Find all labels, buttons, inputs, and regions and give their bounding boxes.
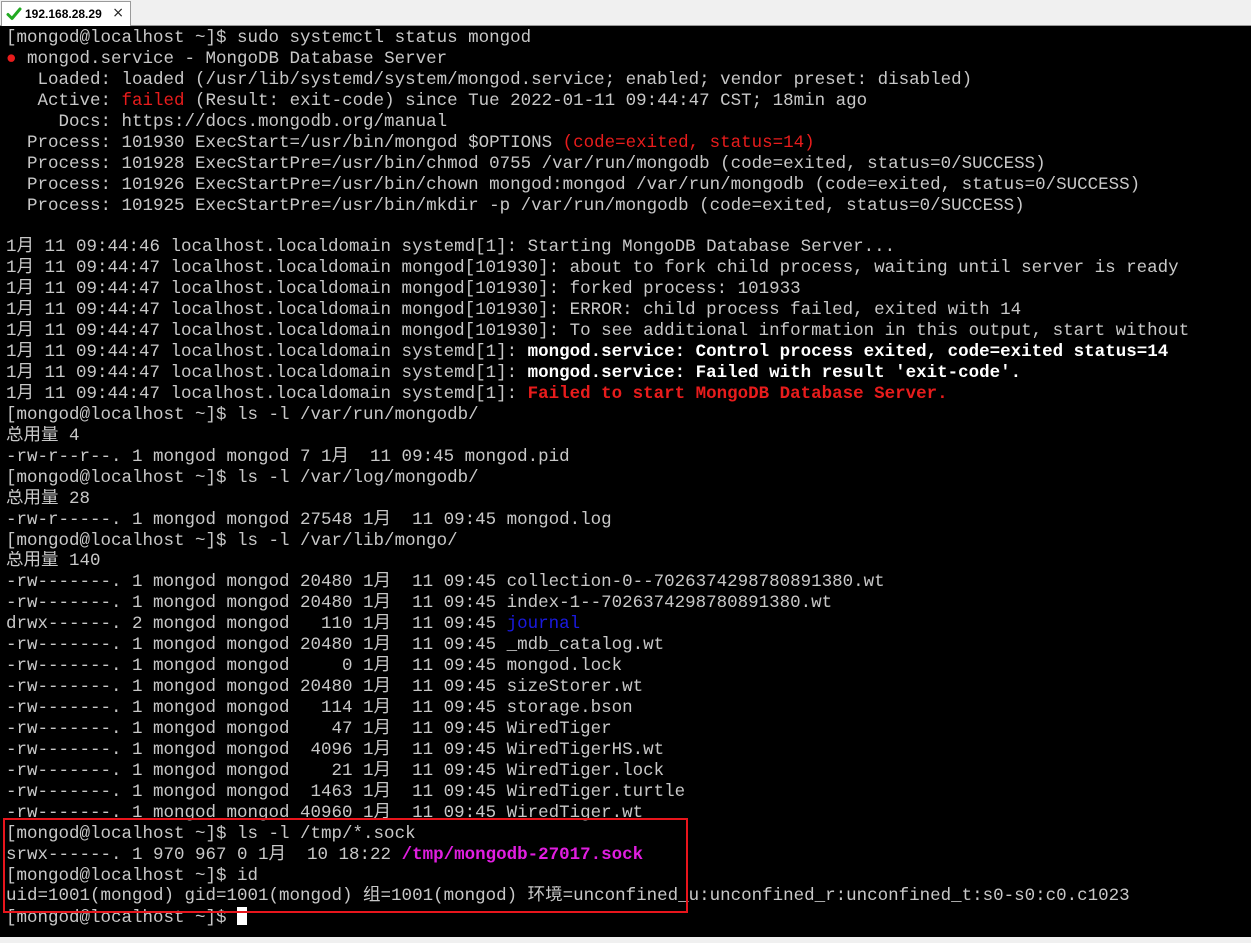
terminal-line: 1月 11 09:44:47 localhost.localdomain sys…: [6, 342, 1246, 363]
check-icon: [6, 7, 22, 20]
terminal-text: -rw-------. 1 mongod mongod 1463 1月 11 0…: [6, 781, 686, 802]
terminal-line: 1月 11 09:44:47 localhost.localdomain mon…: [6, 300, 1246, 321]
tab-title: 192.168.28.29: [25, 7, 102, 21]
terminal-line: 1月 11 09:44:46 localhost.localdomain sys…: [6, 237, 1246, 258]
terminal-line: [mongod@localhost ~]$ ls -l /var/lib/mon…: [6, 531, 1246, 552]
status-strip: [0, 937, 1251, 943]
tab-session[interactable]: 192.168.28.29 ×: [1, 1, 131, 26]
terminal-text: Process: 101925 ExecStartPre=/usr/bin/mk…: [6, 195, 1025, 216]
terminal-line: -rw-------. 1 mongod mongod 21 1月 11 09:…: [6, 761, 1246, 782]
terminal-text: [mongod@localhost ~]$ sudo systemctl sta…: [6, 28, 532, 48]
terminal-text: -rw-------. 1 mongod mongod 0 1月 11 09:4…: [6, 656, 623, 677]
terminal-line: -rw-r-----. 1 mongod mongod 27548 1月 11 …: [6, 510, 1246, 531]
terminal-line: ● mongod.service - MongoDB Database Serv…: [6, 49, 1246, 70]
terminal-text: 1月 11 09:44:47 localhost.localdomain mon…: [6, 258, 1179, 279]
terminal-text: 1月 11 09:44:47 localhost.localdomain mon…: [6, 321, 1190, 342]
terminal-text: 1月 11 09:44:47 localhost.localdomain sys…: [6, 342, 528, 363]
terminal-text: -rw-------. 1 mongod mongod 4096 1月 11 0…: [6, 739, 665, 760]
terminal-line: drwx------. 2 mongod mongod 110 1月 11 09…: [6, 614, 1246, 635]
terminal-line: -rw-r--r--. 1 mongod mongod 7 1月 11 09:4…: [6, 447, 1246, 468]
terminal-line: Process: 101930 ExecStart=/usr/bin/mongo…: [6, 133, 1246, 154]
close-icon[interactable]: ×: [112, 5, 124, 21]
terminal-line: -rw-------. 1 mongod mongod 20480 1月 11 …: [6, 677, 1246, 698]
terminal-text: mongod.service: Failed with result 'exit…: [527, 363, 1022, 383]
terminal-lines: [mongod@localhost ~]$ sudo systemctl sta…: [6, 28, 1246, 928]
terminal-line: 1月 11 09:44:47 localhost.localdomain mon…: [6, 258, 1246, 279]
terminal-text: [mongod@localhost ~]$ ls -l /var/lib/mon…: [6, 530, 458, 551]
terminal-text: 1月 11 09:44:47 localhost.localdomain sys…: [6, 383, 528, 404]
terminal-line: -rw-------. 1 mongod mongod 20480 1月 11 …: [6, 593, 1246, 614]
terminal-line: Process: 101925 ExecStartPre=/usr/bin/mk…: [6, 196, 1246, 217]
terminal-text: drwx------. 2 mongod mongod 110 1月 11 09…: [6, 614, 507, 635]
terminal-text: Failed to start MongoDB Database Server.: [527, 383, 948, 404]
terminal-text: 1月 11 09:44:46 localhost.localdomain sys…: [6, 237, 896, 258]
terminal-text: Docs: https://docs.mongodb.org/manual: [6, 111, 448, 132]
terminal-line: [mongod@localhost ~]$ ls -l /var/log/mon…: [6, 468, 1246, 489]
terminal-line: Loaded: loaded (/usr/lib/systemd/system/…: [6, 70, 1246, 91]
terminal-line: -rw-------. 1 mongod mongod 47 1月 11 09:…: [6, 719, 1246, 740]
terminal-output[interactable]: [mongod@localhost ~]$ sudo systemctl sta…: [0, 26, 1251, 937]
terminal-line: -rw-------. 1 mongod mongod 1463 1月 11 0…: [6, 782, 1246, 803]
terminal-line: Active: failed (Result: exit-code) since…: [6, 91, 1246, 112]
terminal-text: -rw-------. 1 mongod mongod 47 1月 11 09:…: [6, 718, 612, 739]
terminal-text: Process: 101930 ExecStart=/usr/bin/mongo…: [6, 132, 563, 153]
terminal-line: Docs: https://docs.mongodb.org/manual: [6, 112, 1246, 133]
terminal-text: -rw-------. 1 mongod mongod 20480 1月 11 …: [6, 677, 644, 698]
terminal-line: [mongod@localhost ~]$ sudo systemctl sta…: [6, 28, 1246, 49]
terminal-line: 1月 11 09:44:47 localhost.localdomain sys…: [6, 384, 1246, 405]
tab-bar: 192.168.28.29 ×: [0, 0, 1251, 26]
terminal-line: -rw-------. 1 mongod mongod 114 1月 11 09…: [6, 698, 1246, 719]
terminal-text: -rw-r-----. 1 mongod mongod 27548 1月 11 …: [6, 509, 612, 530]
terminal-text: ●: [6, 48, 17, 69]
terminal-text: -rw-------. 1 mongod mongod 20480 1月 11 …: [6, 572, 885, 593]
terminal-line: Process: 101926 ExecStartPre=/usr/bin/ch…: [6, 175, 1246, 196]
terminal-text: Active:: [6, 90, 122, 111]
terminal-line: 总用量 140: [6, 551, 1246, 572]
terminal-text: -rw-------. 1 mongod mongod 20480 1月 11 …: [6, 635, 665, 656]
terminal-line: -rw-------. 1 mongod mongod 4096 1月 11 0…: [6, 740, 1246, 761]
terminal-line: [mongod@localhost ~]$ ls -l /var/run/mon…: [6, 405, 1246, 426]
terminal-text: -rw-------. 1 mongod mongod 21 1月 11 09:…: [6, 760, 665, 781]
terminal-text: 总用量 4: [6, 425, 80, 446]
terminal-text: Process: 101926 ExecStartPre=/usr/bin/ch…: [6, 174, 1141, 195]
terminal-line: -rw-------. 1 mongod mongod 0 1月 11 09:4…: [6, 656, 1246, 677]
terminal-text: 1月 11 09:44:47 localhost.localdomain mon…: [6, 279, 801, 300]
terminal-text: 总用量 28: [6, 488, 91, 509]
terminal-text: (code=exited, status=14): [562, 132, 815, 153]
terminal-line: 1月 11 09:44:47 localhost.localdomain mon…: [6, 321, 1246, 342]
terminal-line: -rw-------. 1 mongod mongod 20480 1月 11 …: [6, 572, 1246, 593]
terminal-text: -rw-r--r--. 1 mongod mongod 7 1月 11 09:4…: [6, 446, 570, 467]
terminal-text: Loaded: loaded (/usr/lib/systemd/system/…: [6, 69, 973, 90]
terminal-text: -rw-------. 1 mongod mongod 20480 1月 11 …: [6, 593, 833, 614]
terminal-text: journal: [506, 614, 581, 635]
terminal-text: 1月 11 09:44:47 localhost.localdomain mon…: [6, 300, 1022, 321]
terminal-line: 总用量 4: [6, 426, 1246, 447]
terminal-text: mongod.service: Control process exited, …: [527, 342, 1169, 363]
terminal-text: Process: 101928 ExecStartPre=/usr/bin/ch…: [6, 153, 1046, 174]
terminal-text: [mongod@localhost ~]$ ls -l /var/run/mon…: [6, 404, 479, 425]
terminal-line: 1月 11 09:44:47 localhost.localdomain mon…: [6, 279, 1246, 300]
terminal-line: 1月 11 09:44:47 localhost.localdomain sys…: [6, 363, 1246, 384]
terminal-line: -rw-------. 1 mongod mongod 20480 1月 11 …: [6, 635, 1246, 656]
highlight-annotation-box: [3, 818, 688, 913]
terminal-text: failed: [121, 90, 185, 111]
terminal-text: -rw-------. 1 mongod mongod 114 1月 11 09…: [6, 698, 633, 718]
terminal-text: [mongod@localhost ~]$ ls -l /var/log/mon…: [6, 467, 479, 488]
terminal-text: mongod.service - MongoDB Database Server: [16, 48, 448, 69]
terminal-text: (Result: exit-code) since Tue 2022-01-11…: [184, 90, 868, 111]
terminal-line: Process: 101928 ExecStartPre=/usr/bin/ch…: [6, 154, 1246, 175]
terminal-line: 总用量 28: [6, 489, 1246, 510]
terminal-text: 1月 11 09:44:47 localhost.localdomain sys…: [6, 363, 528, 383]
terminal-text: 总用量 140: [6, 551, 101, 572]
